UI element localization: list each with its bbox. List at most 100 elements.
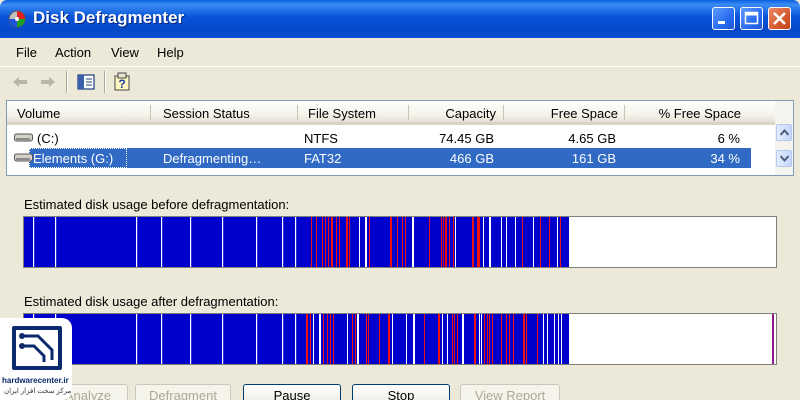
column-divider[interactable] [408, 105, 409, 120]
fragmented-file-stripe [331, 217, 333, 267]
svg-text:?: ? [118, 77, 125, 91]
fragmented-file-stripe [323, 314, 324, 364]
free-space-region [569, 314, 776, 364]
menu-bar: File Action View Help [0, 38, 800, 66]
fragmented-file-stripe [388, 314, 390, 364]
cluster-separator [554, 314, 555, 364]
fragmented-file-stripe [522, 217, 523, 267]
scroll-up-button[interactable] [776, 124, 792, 141]
close-button[interactable] [768, 7, 791, 30]
fragmented-file-stripe [405, 217, 406, 267]
cluster-separator [406, 314, 407, 364]
fragmented-file-stripe [492, 314, 493, 364]
fragmented-file-stripe [368, 314, 369, 364]
fragmented-file-stripe [369, 217, 370, 267]
after-usage-label: Estimated disk usage after defragmentati… [24, 294, 279, 309]
fragmented-file-stripe [330, 314, 331, 364]
column-divider[interactable] [624, 105, 625, 120]
column-divider[interactable] [503, 105, 504, 120]
cluster-separator [222, 314, 224, 364]
row-selection-highlight [29, 148, 751, 168]
cell-free-space: 4.65 GB [568, 131, 616, 146]
fragmented-file-stripe [560, 217, 561, 267]
vertical-scrollbar[interactable] [775, 101, 793, 175]
col-free-space[interactable]: Free Space [551, 106, 618, 121]
cluster-separator [365, 217, 367, 267]
hardwarecenter-logo-icon [12, 326, 62, 370]
stop-button[interactable]: Stop [352, 384, 450, 400]
cluster-separator [136, 314, 138, 364]
volume-row-c[interactable]: (C:) NTFS 74.45 GB 4.65 GB 6 % [7, 128, 775, 148]
volume-row-g[interactable]: Elements (G:) Defragmenting… FAT32 466 G… [7, 148, 775, 168]
cluster-separator [319, 314, 321, 364]
window-title: Disk Defragmenter [33, 8, 185, 27]
cluster-separator [489, 217, 491, 267]
maximize-button[interactable] [740, 7, 763, 30]
volume-list-header: Volume Session Status File System Capaci… [7, 101, 775, 125]
chevron-down-icon [780, 155, 789, 162]
cluster-separator [557, 217, 558, 267]
cluster-separator [561, 314, 562, 364]
cluster-separator [222, 217, 224, 267]
after-usage-bar [24, 314, 776, 364]
cell-volume: (C:) [37, 131, 59, 146]
fragmented-file-stripe [457, 314, 458, 364]
pause-button[interactable]: Pause [243, 384, 341, 400]
fragmented-file-stripe [429, 217, 430, 267]
col-file-system[interactable]: File System [308, 106, 376, 121]
cluster-separator [462, 314, 464, 364]
fragmented-file-stripe [449, 217, 450, 267]
cluster-separator [313, 314, 314, 364]
toolbar: ? [0, 66, 800, 96]
fragmented-file-stripe [484, 314, 485, 364]
fragmented-file-stripe [441, 217, 442, 267]
title-bar[interactable]: Disk Defragmenter [0, 0, 800, 38]
col-pct-free-space[interactable]: % Free Space [659, 106, 741, 121]
fragmented-file-stripe [474, 314, 476, 364]
cluster-separator [447, 314, 448, 364]
cluster-separator [392, 314, 393, 364]
fragmented-file-stripe [355, 314, 356, 364]
used-space-region [24, 217, 569, 267]
defragment-button[interactable]: Defragment [135, 384, 231, 400]
cell-volume: Elements (G:) [33, 151, 114, 166]
view-report-button[interactable]: View Report [460, 384, 560, 400]
fragmented-file-stripe [445, 217, 447, 267]
column-divider[interactable] [297, 105, 298, 120]
col-session-status[interactable]: Session Status [163, 106, 250, 121]
help-icon[interactable]: ? [112, 72, 132, 92]
fragmented-file-stripe [549, 217, 550, 267]
cluster-separator [506, 217, 507, 267]
cluster-separator [161, 314, 163, 364]
menu-action[interactable]: Action [55, 45, 91, 60]
minimize-button[interactable] [712, 7, 735, 30]
fragmented-file-stripe [477, 217, 479, 267]
col-volume[interactable]: Volume [17, 106, 60, 121]
fragmented-file-stripe [424, 314, 425, 364]
fragmented-file-stripe [322, 217, 323, 267]
show-hide-tree-icon[interactable] [76, 72, 96, 92]
cell-pct-free: 34 % [710, 151, 740, 166]
cluster-separator [479, 314, 480, 364]
fragmented-file-stripe [443, 217, 444, 267]
fragmented-file-stripe [454, 314, 455, 364]
drive-icon [14, 153, 33, 162]
free-space-region [569, 217, 776, 267]
after-usage-display [23, 313, 777, 365]
fragmented-file-stripe [526, 314, 527, 364]
column-divider[interactable] [150, 105, 151, 120]
menu-file[interactable]: File [16, 45, 37, 60]
scroll-down-button[interactable] [776, 150, 792, 167]
menu-view[interactable]: View [111, 45, 139, 60]
col-capacity[interactable]: Capacity [445, 106, 496, 121]
cluster-separator [55, 217, 57, 267]
back-arrow-icon[interactable] [10, 72, 30, 92]
toolbar-separator [66, 71, 68, 93]
cell-capacity: 466 GB [449, 151, 494, 166]
forward-arrow-icon[interactable] [38, 72, 58, 92]
cluster-separator [256, 314, 258, 364]
fragmented-file-stripe [501, 314, 502, 364]
menu-help[interactable]: Help [157, 45, 184, 60]
cluster-separator [359, 217, 360, 267]
fragmented-file-stripe [487, 314, 488, 364]
